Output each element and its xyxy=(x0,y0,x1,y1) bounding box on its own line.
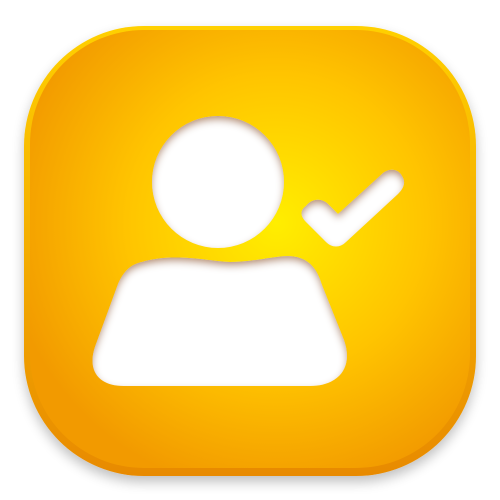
app-tile xyxy=(24,26,476,476)
icon-canvas xyxy=(0,0,500,500)
user-head-icon xyxy=(152,116,284,248)
user-verified-icon[interactable] xyxy=(0,0,500,500)
user-body-icon xyxy=(92,256,347,386)
